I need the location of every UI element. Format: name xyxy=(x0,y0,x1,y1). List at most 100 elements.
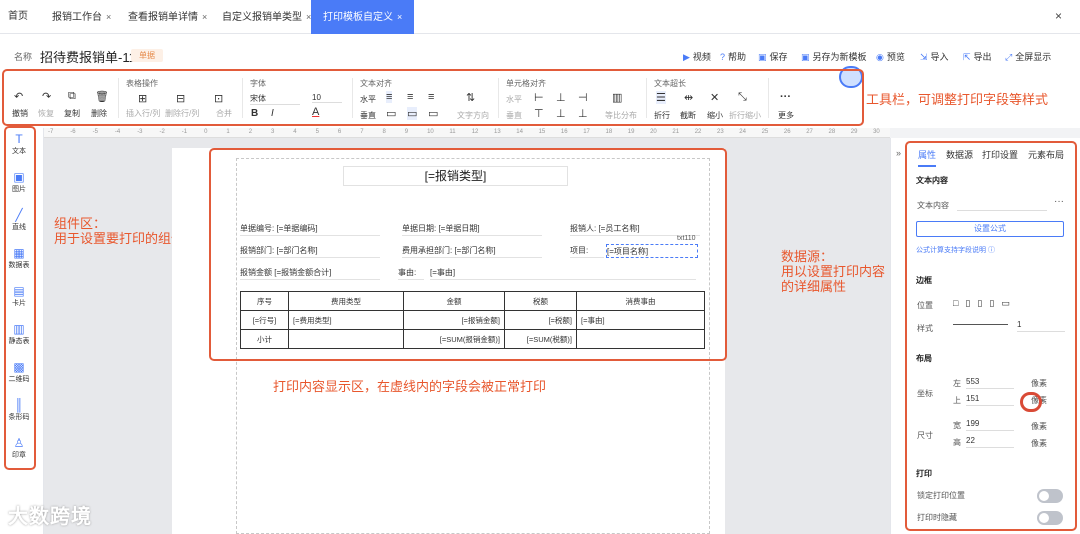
table-cell[interactable]: [=SUM(税额)] xyxy=(504,329,577,349)
ruler-tick: 11 xyxy=(449,129,456,135)
fullscreen-icon: ⤢ xyxy=(1005,52,1013,62)
component-text[interactable]: T 文本 xyxy=(4,132,34,156)
barcode-icon: ║ xyxy=(14,398,24,412)
display-annotation: 打印内容显示区，在虚线内的字段会被正常打印 xyxy=(273,379,547,394)
close-icon[interactable]: × xyxy=(397,12,402,22)
table-icon: ▦ xyxy=(13,246,25,260)
table-cell[interactable]: 小计 xyxy=(240,329,289,349)
ruler-tick: 1 xyxy=(226,129,230,135)
help-button[interactable]: ? 帮助 xyxy=(720,50,746,63)
table-cell[interactable]: [=SUM(报销金额)] xyxy=(403,329,505,349)
ruler-tick: 19 xyxy=(627,129,635,135)
component-label: 静态表 xyxy=(8,338,30,345)
ruler-tick: 13 xyxy=(494,129,501,135)
field-total[interactable]: 报销金额 [=报销金额合计] xyxy=(240,266,380,280)
table-cell[interactable]: [=税额] xyxy=(504,310,577,330)
ruler-tick: 21 xyxy=(672,129,680,135)
field-project-label[interactable]: 项目: xyxy=(570,244,604,258)
component-card[interactable]: ▤ 卡片 xyxy=(4,284,34,308)
table-cell[interactable] xyxy=(576,329,705,349)
text-icon: T xyxy=(15,132,23,146)
ruler-tick: -7 xyxy=(48,129,54,135)
table-header-cell[interactable]: 金额 xyxy=(403,291,505,311)
component-static-table[interactable]: ▥ 静态表 xyxy=(4,322,34,346)
component-image[interactable]: ▣ 图片 xyxy=(4,170,34,194)
field-project-name[interactable]: [=项目名称] xyxy=(606,244,698,258)
component-list: T 文本 ▣ 图片 ╱ 直线 ▦ 数据表 ▤ 卡片 ▥ 静态表 ▩ 二维码 ║ 条形码 ♙ 印章 xyxy=(0,128,44,472)
toolbar-annotation: 工具栏，可调整打印字段等样式 xyxy=(866,92,1049,107)
table-header-cell[interactable]: 税额 xyxy=(504,291,577,311)
table-cell[interactable]: [=行号] xyxy=(240,310,289,330)
tab-label: 打印模板自定义 xyxy=(323,12,393,23)
ruler: -7 -6 -5 -4 -3 -2 -1 0 1 2 3 4 5 6 7 8 9 10 11 12 13 14 15 16 17… xyxy=(44,128,890,138)
import-button[interactable]: ⇲ 导入 xyxy=(920,50,949,63)
ruler-tick: -3 xyxy=(137,129,143,135)
export-button[interactable]: ⇱ 导出 xyxy=(963,50,992,63)
tab-print-template[interactable]: 打印模板自定义 × xyxy=(311,0,415,34)
button-label: 全屏显示 xyxy=(1015,52,1052,62)
component-label: 二维码 xyxy=(8,376,30,383)
button-label: 导出 xyxy=(973,52,992,62)
expense-table: 序号 费用类型 金额 税额 消费事由 [=行号] [=费用类型] [=报销金额]… xyxy=(240,291,705,349)
ruler-tick: 25 xyxy=(761,129,769,135)
component-barcode[interactable]: ║ 条形码 xyxy=(4,398,34,422)
component-label: 数据表 xyxy=(8,262,30,269)
button-label: 视频 xyxy=(692,52,711,62)
field-doc-no[interactable]: 单据编号: [=单据编码] xyxy=(240,222,380,236)
table-header-row: 序号 费用类型 金额 税额 消费事由 xyxy=(240,291,705,311)
ruler-tick: 14 xyxy=(516,129,523,135)
fullscreen-button[interactable]: ⤢ 全屏显示 xyxy=(1005,50,1051,63)
close-all-icon[interactable]: × xyxy=(1055,9,1062,23)
preview-button[interactable]: ◉ 预览 xyxy=(876,50,905,63)
table-cell[interactable] xyxy=(288,329,404,349)
component-data-table[interactable]: ▦ 数据表 xyxy=(4,246,34,270)
tab-custom-type[interactable]: 自定义报销单类型 × xyxy=(222,0,311,34)
tab-view-detail[interactable]: 查看报销单详情 × xyxy=(128,0,207,34)
ruler-tick: 9 xyxy=(404,129,409,135)
ruler-tick: 17 xyxy=(583,129,590,135)
field-cost-department[interactable]: 费用承担部门: [=部门名称] xyxy=(402,244,542,258)
tab-reimburse-workbench[interactable]: 报销工作台 × xyxy=(52,0,111,34)
ruler-tick: 7 xyxy=(360,129,364,135)
table-cell[interactable]: [=报销金额] xyxy=(403,310,505,330)
qrcode-icon: ▩ xyxy=(13,360,25,374)
close-icon[interactable]: × xyxy=(202,12,207,22)
ruler-tick: 15 xyxy=(538,129,546,135)
component-line[interactable]: ╱ 直线 xyxy=(4,208,34,232)
collapse-icon[interactable]: » xyxy=(896,148,901,158)
table-header-cell[interactable]: 序号 xyxy=(240,291,289,311)
field-doc-date[interactable]: 单据日期: [=单据日期] xyxy=(402,222,542,236)
field-reason[interactable]: [=事由] xyxy=(430,266,696,280)
ruler-tick: 30 xyxy=(873,129,880,135)
static-table-icon: ▥ xyxy=(13,322,25,336)
save-icon: ▣ xyxy=(758,52,767,62)
ruler-tick: 8 xyxy=(382,129,386,135)
field-department[interactable]: 报销部门: [=部门名称] xyxy=(240,244,380,258)
tab-home[interactable]: 首页 xyxy=(8,0,28,34)
table-row: 小计 [=SUM(报销金额)] [=SUM(税额)] xyxy=(240,329,705,349)
ruler-tick: 29 xyxy=(850,129,858,135)
save-button[interactable]: ▣ 保存 xyxy=(758,50,788,63)
field-reason-label[interactable]: 事由: xyxy=(398,266,424,280)
button-label: 帮助 xyxy=(728,52,747,62)
ruler-tick: 18 xyxy=(605,129,613,135)
card-icon: ▤ xyxy=(13,284,25,298)
component-label: 文本 xyxy=(12,148,26,155)
ruler-tick: 5 xyxy=(315,129,319,135)
component-qrcode[interactable]: ▩ 二维码 xyxy=(4,360,34,384)
import-icon: ⇲ xyxy=(920,52,928,62)
field-applicant[interactable]: 报销人: [=员工名称] xyxy=(570,222,700,236)
close-icon[interactable]: × xyxy=(106,12,111,22)
video-button[interactable]: ▶ 视频 xyxy=(683,50,711,63)
seal-icon: ♙ xyxy=(13,436,25,450)
ruler-tick: 10 xyxy=(427,129,434,135)
table-cell[interactable]: [=费用类型] xyxy=(288,310,404,330)
table-header-cell[interactable]: 费用类型 xyxy=(288,291,404,311)
save-as-button[interactable]: ▣ 另存为新模板 xyxy=(801,50,867,63)
component-seal[interactable]: ♙ 印章 xyxy=(4,436,34,460)
component-label: 直线 xyxy=(12,224,26,231)
save-as-icon: ▣ xyxy=(801,52,810,62)
template-title[interactable]: [=报销类型] xyxy=(343,166,568,186)
table-cell[interactable]: [=事由] xyxy=(576,310,705,330)
table-header-cell[interactable]: 消费事由 xyxy=(576,291,705,311)
